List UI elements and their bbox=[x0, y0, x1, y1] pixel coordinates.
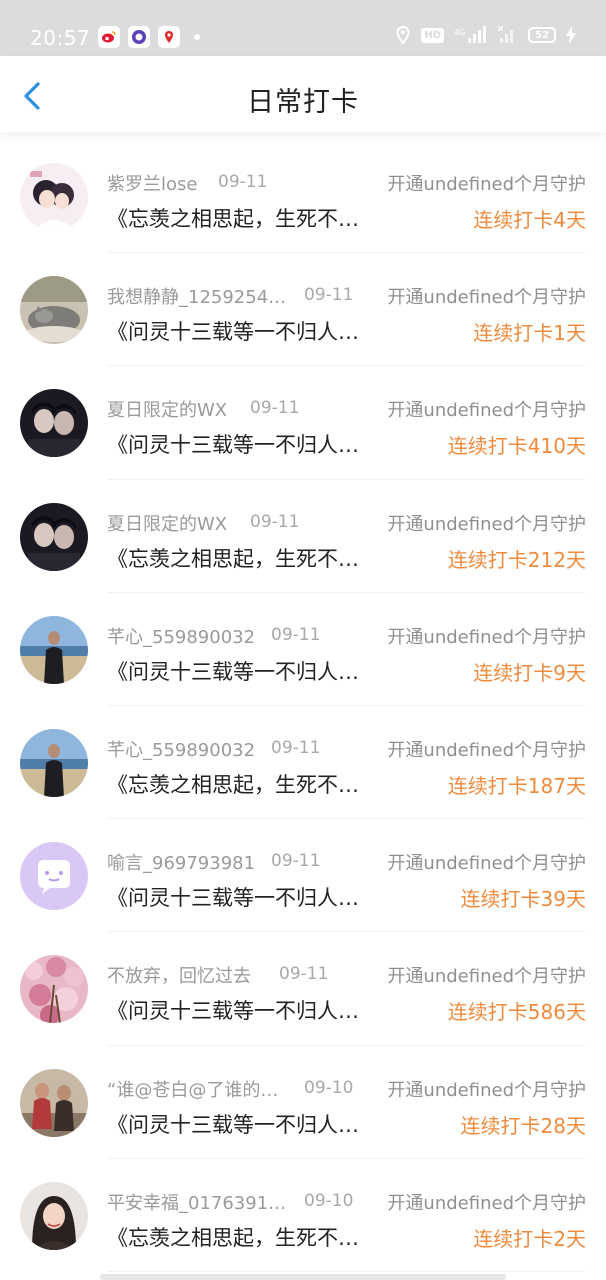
app-circle-icon bbox=[128, 26, 150, 48]
list-item[interactable]: 平安幸福_0176391… 09-10 开通undefined个月守护 《忘羡之… bbox=[0, 1159, 606, 1273]
post-title[interactable]: 《忘羡之相思起，生死不… bbox=[107, 203, 377, 233]
guard-status: 开通undefined个月守护 bbox=[387, 966, 586, 988]
avatar[interactable] bbox=[20, 842, 88, 911]
post-title[interactable]: 《问灵十三载等一不归人… bbox=[107, 1109, 377, 1139]
streak-badge: 连续打卡2天 bbox=[473, 1226, 586, 1251]
guard-status: 开通undefined个月守护 bbox=[387, 513, 586, 535]
streak-badge: 连续打卡4天 bbox=[473, 208, 586, 232]
post-date: 09-11 bbox=[271, 851, 321, 872]
post-date: 09-11 bbox=[271, 624, 321, 645]
username[interactable]: 夏日限定的WX bbox=[107, 510, 227, 536]
guard-status: 开通undefined个月守护 bbox=[387, 287, 586, 309]
post-title[interactable]: 《忘羡之相思起，生死不… bbox=[107, 769, 377, 799]
avatar[interactable] bbox=[20, 389, 88, 458]
post-title[interactable]: 《问灵十三载等一不归人… bbox=[107, 995, 377, 1025]
post-title[interactable]: 《忘羡之相思起，生死不… bbox=[107, 543, 377, 573]
post-title[interactable]: 《问灵十三载等一不归人… bbox=[107, 656, 377, 686]
username[interactable]: 我想静静_1259254… bbox=[107, 283, 286, 309]
list-item[interactable]: 我想静静_1259254… 09-11 开通undefined个月守护 《问灵十… bbox=[0, 253, 606, 367]
list-item[interactable]: 芊心_559890032 09-11 开通undefined个月守护 《问灵十三… bbox=[0, 593, 606, 707]
streak-badge: 连续打卡586天 bbox=[447, 1000, 586, 1025]
hd-icon: HD bbox=[421, 27, 444, 43]
post-title[interactable]: 《问灵十三载等一不归人… bbox=[107, 429, 377, 459]
avatar[interactable] bbox=[20, 955, 88, 1024]
signal-icon: 4G bbox=[454, 26, 486, 43]
guard-status: 开通undefined个月守护 bbox=[387, 400, 586, 422]
avatar[interactable] bbox=[20, 615, 88, 684]
status-indicators: HD 4G 52 bbox=[395, 26, 576, 44]
post-date: 09-11 bbox=[304, 285, 354, 306]
scroll-indicator bbox=[100, 1274, 506, 1280]
post-date: 09-11 bbox=[250, 511, 300, 532]
list-item[interactable]: 夏日限定的WX 09-11 开通undefined个月守护 《忘羡之相思起，生死… bbox=[0, 480, 606, 593]
username[interactable]: “谁@苍白@了谁的… bbox=[107, 1076, 278, 1102]
notification-icons bbox=[98, 26, 200, 48]
streak-badge: 连续打卡212天 bbox=[447, 547, 586, 572]
avatar[interactable] bbox=[20, 276, 88, 345]
battery-icon: 52 bbox=[528, 27, 556, 43]
username[interactable]: 平安幸福_0176391… bbox=[107, 1189, 286, 1215]
username[interactable]: 夏日限定的WX bbox=[107, 396, 227, 422]
post-date: 09-10 bbox=[304, 1077, 354, 1098]
guard-status: 开通undefined个月守护 bbox=[387, 174, 586, 195]
charging-icon bbox=[566, 26, 576, 44]
status-bar: 20:57 HD 4G 52 bbox=[0, 0, 606, 56]
post-date: 09-11 bbox=[271, 737, 321, 758]
status-time: 20:57 bbox=[30, 26, 91, 50]
streak-badge: 连续打卡28天 bbox=[460, 1113, 586, 1138]
list-item[interactable]: 喻言_969793981 09-11 开通undefined个月守护 《问灵十三… bbox=[0, 819, 606, 933]
list-item[interactable]: 夏日限定的WX 09-11 开通undefined个月守护 《问灵十三载等一不归… bbox=[0, 366, 606, 480]
username[interactable]: 芊心_559890032 bbox=[107, 623, 255, 649]
avatar[interactable] bbox=[20, 163, 88, 231]
list-item[interactable]: 紫罗兰lose 09-11 开通undefined个月守护 《忘羡之相思起，生死… bbox=[0, 140, 606, 254]
map-pin-app-icon bbox=[158, 26, 180, 48]
post-title[interactable]: 《问灵十三载等一不归人… bbox=[107, 316, 377, 346]
post-date: 09-11 bbox=[250, 398, 300, 419]
streak-badge: 连续打卡9天 bbox=[473, 660, 586, 685]
streak-badge: 连续打卡39天 bbox=[460, 887, 586, 912]
avatar[interactable] bbox=[20, 1068, 88, 1137]
signal-2-icon bbox=[498, 26, 513, 43]
page-title: 日常打卡 bbox=[247, 87, 359, 118]
avatar[interactable] bbox=[20, 728, 88, 797]
username[interactable]: 不放弃，回忆过去 bbox=[107, 962, 251, 988]
weibo-icon bbox=[98, 26, 120, 48]
username[interactable]: 喻言_969793981 bbox=[107, 849, 255, 875]
guard-status: 开通undefined个月守护 bbox=[387, 853, 586, 875]
avatar[interactable] bbox=[20, 502, 88, 571]
streak-badge: 连续打卡410天 bbox=[447, 434, 586, 459]
post-date: 09-10 bbox=[304, 1190, 354, 1211]
guard-status: 开通undefined个月守护 bbox=[387, 626, 586, 648]
post-title[interactable]: 《忘羡之相思起，生死不… bbox=[107, 1222, 377, 1252]
username[interactable]: 芊心_559890032 bbox=[107, 736, 255, 762]
list-item[interactable]: 不放弃，回忆过去 09-11 开通undefined个月守护 《问灵十三载等一不… bbox=[0, 932, 606, 1046]
location-icon bbox=[396, 26, 410, 44]
username[interactable]: 紫罗兰lose bbox=[107, 170, 197, 196]
nav-header: 日常打卡 bbox=[0, 56, 606, 132]
post-date: 09-11 bbox=[218, 172, 268, 192]
list-item[interactable]: “谁@苍白@了谁的… 09-10 开通undefined个月守护 《问灵十三载等… bbox=[0, 1046, 606, 1159]
more-notifications-dot bbox=[194, 34, 200, 40]
svg-text:4G: 4G bbox=[454, 28, 465, 37]
guard-status: 开通undefined个月守护 bbox=[387, 739, 586, 761]
guard-status: 开通undefined个月守护 bbox=[387, 1192, 586, 1214]
streak-badge: 连续打卡1天 bbox=[473, 321, 586, 346]
checkin-list: 紫罗兰lose 09-11 开通undefined个月守护 《忘羡之相思起，生死… bbox=[0, 140, 606, 1273]
post-date: 09-11 bbox=[279, 964, 329, 985]
post-title[interactable]: 《问灵十三载等一不归人… bbox=[107, 882, 377, 912]
guard-status: 开通undefined个月守护 bbox=[387, 1079, 586, 1101]
avatar[interactable] bbox=[20, 1181, 88, 1250]
list-item[interactable]: 芊心_559890032 09-11 开通undefined个月守护 《忘羡之相… bbox=[0, 706, 606, 820]
streak-badge: 连续打卡187天 bbox=[447, 773, 586, 798]
